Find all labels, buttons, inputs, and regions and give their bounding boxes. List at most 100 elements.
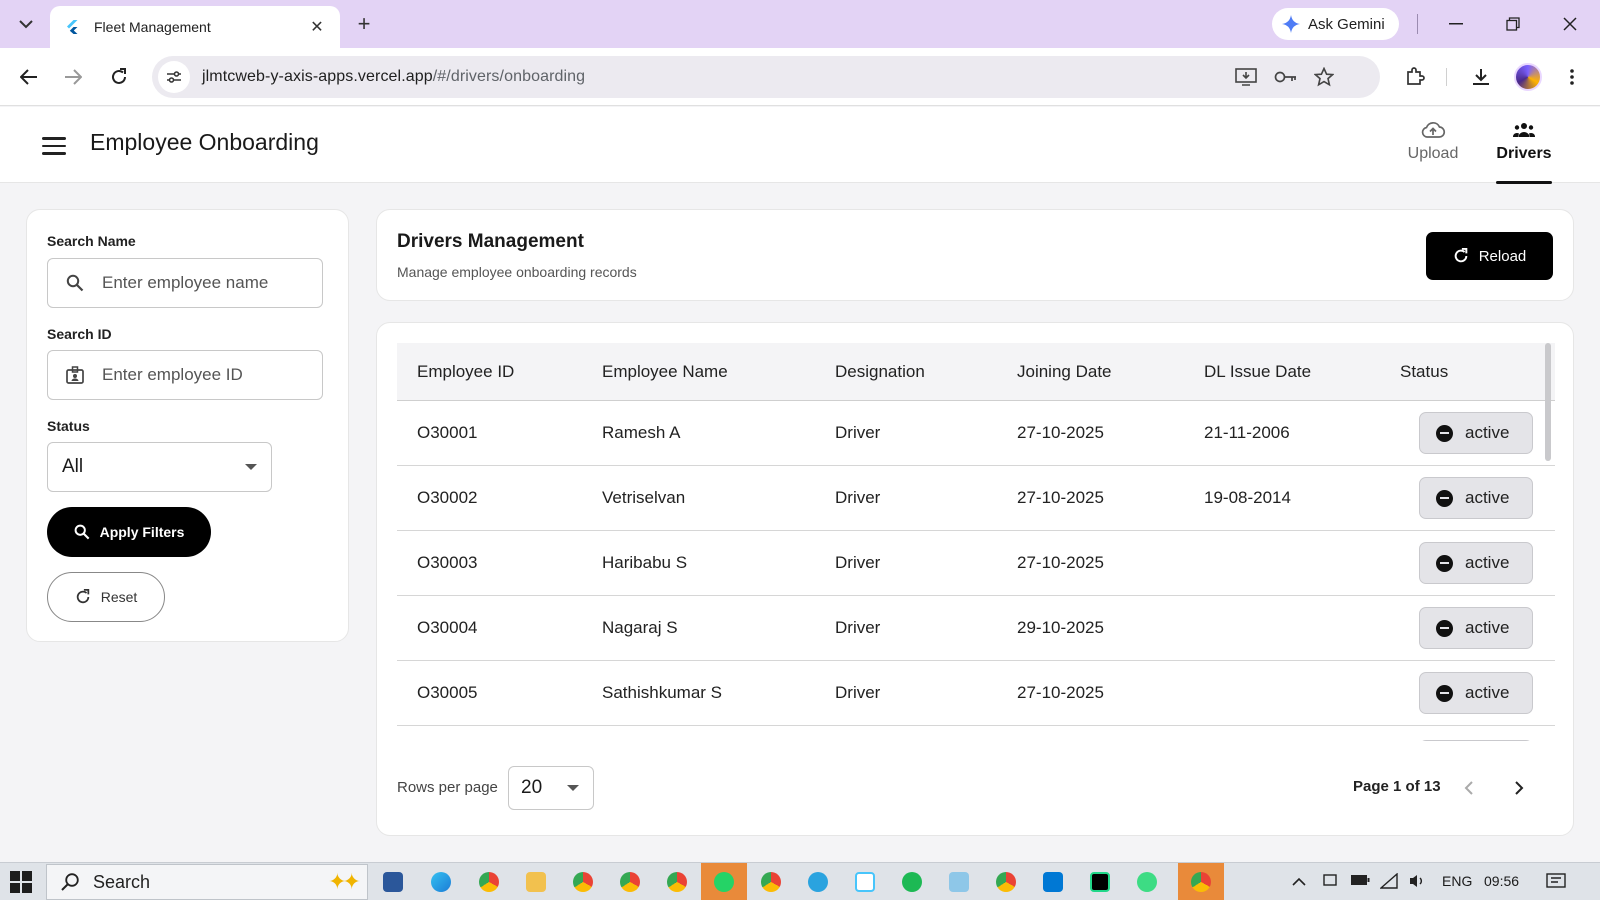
flutter-favicon-icon [67, 20, 78, 34]
apply-filters-button[interactable]: Apply Filters [47, 507, 211, 557]
bookmark-star-icon[interactable] [1312, 65, 1336, 89]
address-bar[interactable]: jlmtcweb-y-axis-apps.vercel.app/#/driver… [152, 56, 1380, 98]
status-chip-partial [1419, 740, 1533, 741]
cloud-upload-icon [1393, 119, 1473, 141]
chrome-icon[interactable] [654, 863, 700, 900]
table-row[interactable]: O30003 Haribabu S Driver 27-10-2025 acti… [397, 531, 1555, 596]
edge-icon[interactable] [418, 863, 464, 900]
chevron-up-icon[interactable] [1292, 873, 1306, 889]
cell-designation: Driver [835, 488, 881, 507]
tab-drivers[interactable]: Drivers [1484, 119, 1564, 184]
extensions-puzzle-icon[interactable] [1403, 65, 1427, 89]
back-arrow-icon[interactable] [15, 63, 43, 91]
windows-start-icon[interactable] [10, 871, 32, 893]
column-header[interactable]: Employee ID [417, 343, 514, 401]
app-header: Employee Onboarding Upload Drivers [0, 107, 1600, 184]
table-row[interactable]: O30004 Nagaraj S Driver 29-10-2025 activ… [397, 596, 1555, 661]
status-select[interactable]: All [47, 442, 272, 492]
status-chip[interactable]: active [1419, 477, 1533, 519]
downloads-icon[interactable] [1469, 65, 1493, 89]
cell-dl-issue-date: 19-08-2014 [1204, 488, 1291, 507]
reload-button[interactable]: Reload [1426, 232, 1553, 280]
status-chip[interactable]: active [1419, 672, 1533, 714]
password-key-icon[interactable] [1274, 65, 1298, 89]
restore-icon[interactable] [1499, 10, 1527, 38]
notepad-icon[interactable] [936, 863, 982, 900]
chrome-icon[interactable] [983, 863, 1029, 900]
cell-employee-id: O30002 [417, 488, 478, 507]
reload-page-icon[interactable] [105, 63, 133, 91]
word-icon[interactable] [370, 863, 416, 900]
site-settings-icon[interactable] [158, 61, 190, 93]
display-icon[interactable] [1322, 873, 1338, 892]
previous-page-chevron-icon[interactable] [1456, 775, 1482, 801]
search-id-input[interactable] [102, 365, 312, 385]
telegram-icon[interactable] [795, 863, 841, 900]
search-id-field[interactable] [47, 350, 323, 400]
chrome-icon[interactable] [748, 863, 794, 900]
tab-upload-label: Upload [1407, 145, 1459, 162]
table-row[interactable]: O30001 Ramesh A Driver 27-10-2025 21-11-… [397, 401, 1555, 466]
table-scrollbar[interactable] [1545, 343, 1551, 461]
reset-label: Reset [100, 589, 138, 605]
drivers-management-header: Drivers Management Manage employee onboa… [376, 209, 1574, 301]
search-name-input[interactable] [102, 273, 312, 293]
column-header[interactable]: Designation [835, 343, 925, 401]
status-chip[interactable]: active [1419, 412, 1533, 454]
browser-tab[interactable]: Fleet Management ✕ [50, 6, 340, 48]
android-studio-icon[interactable] [1124, 863, 1170, 900]
clock-time[interactable]: 09:56 [1484, 873, 1519, 889]
cell-joining-date: 29-10-2025 [1017, 618, 1104, 637]
next-page-chevron-icon[interactable] [1506, 775, 1532, 801]
status-chip[interactable]: active [1419, 607, 1533, 649]
column-header[interactable]: DL Issue Date [1204, 343, 1311, 401]
section-subtitle: Manage employee onboarding records [397, 264, 637, 280]
refresh-icon [1454, 248, 1468, 263]
vscode-icon[interactable] [1030, 863, 1076, 900]
hamburger-menu-icon[interactable] [40, 133, 68, 157]
webstorm-icon[interactable] [1077, 863, 1123, 900]
new-tab-button[interactable]: + [352, 12, 376, 36]
tab-upload[interactable]: Upload [1393, 119, 1473, 183]
status-chip[interactable]: active [1419, 542, 1533, 584]
chrome-icon[interactable] [560, 863, 606, 900]
forward-arrow-icon[interactable] [59, 63, 87, 91]
minimize-icon[interactable] [1442, 10, 1470, 38]
whatsapp-icon[interactable] [701, 863, 747, 900]
rows-per-page-select[interactable]: 20 [508, 766, 594, 810]
filter-panel: Search Name Search ID Status All Apply F… [26, 209, 349, 642]
chrome-icon[interactable] [1178, 863, 1224, 900]
flutter-icon[interactable] [842, 863, 888, 900]
cell-joining-date: 27-10-2025 [1017, 553, 1104, 572]
file-explorer-icon[interactable] [513, 863, 559, 900]
cell-designation: Driver [835, 618, 881, 637]
tab-search-chevron-icon[interactable] [14, 12, 38, 36]
close-window-icon[interactable] [1556, 10, 1584, 38]
volume-icon[interactable] [1408, 873, 1426, 892]
table-row[interactable]: O30002 Vetriselvan Driver 27-10-2025 19-… [397, 466, 1555, 531]
search-name-field[interactable] [47, 258, 323, 308]
column-header[interactable]: Joining Date [1017, 343, 1112, 401]
drivers-table-card: Employee ID Employee Name Designation Jo… [376, 322, 1574, 836]
notification-icon[interactable] [1546, 873, 1566, 894]
column-header[interactable]: Employee Name [602, 343, 728, 401]
search-icon [74, 524, 90, 540]
spotify-icon[interactable] [889, 863, 935, 900]
table-row[interactable]: O30005 Sathishkumar S Driver 27-10-2025 … [397, 661, 1555, 726]
search-name-label: Search Name [47, 233, 136, 249]
profile-avatar[interactable] [1514, 63, 1542, 91]
section-title: Drivers Management [397, 231, 584, 252]
install-app-icon[interactable] [1234, 65, 1258, 89]
battery-icon[interactable] [1350, 873, 1370, 889]
browser-menu-icon[interactable] [1560, 65, 1584, 89]
reset-button[interactable]: Reset [47, 572, 165, 622]
chrome-icon[interactable] [607, 863, 653, 900]
close-tab-icon[interactable]: ✕ [308, 17, 326, 37]
chrome-icon[interactable] [466, 863, 512, 900]
apply-filters-label: Apply Filters [99, 524, 185, 540]
ask-gemini-button[interactable]: Ask Gemini [1272, 8, 1399, 40]
taskbar-search[interactable]: Search ✦✦ [46, 864, 368, 900]
wifi-icon[interactable] [1379, 872, 1398, 892]
column-header[interactable]: Status [1400, 343, 1448, 401]
language-indicator[interactable]: ENG [1442, 873, 1472, 889]
